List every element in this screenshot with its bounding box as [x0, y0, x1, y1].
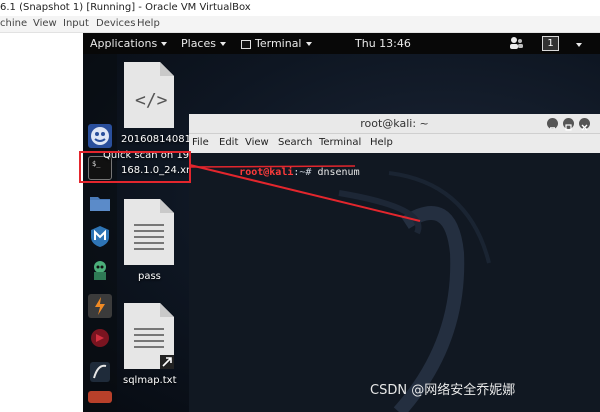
annotation-arrow-line [189, 164, 421, 222]
annotation-arrow-line-upper [189, 165, 356, 168]
highlight-box-terminal-icon [79, 151, 191, 183]
annotation-overlay [79, 151, 421, 222]
